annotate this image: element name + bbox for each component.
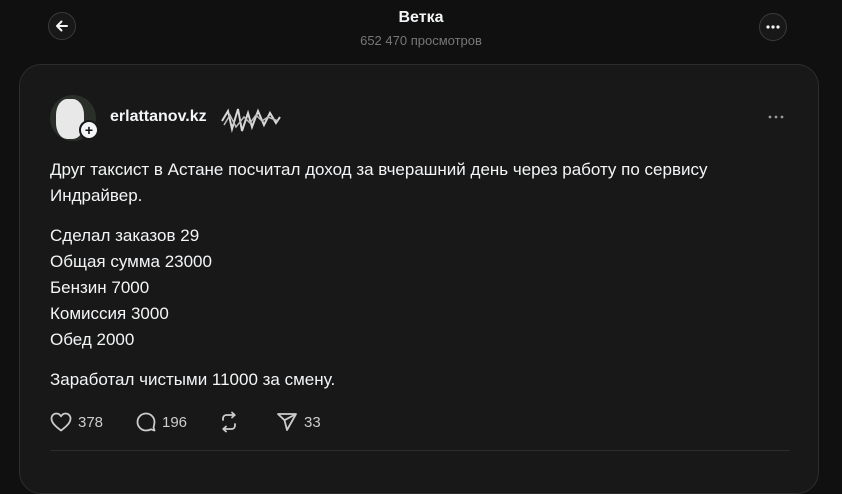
divider <box>50 450 790 451</box>
post-outro: Заработал чистыми 11000 за смену. <box>50 370 336 389</box>
list-item: Бензин 7000 <box>50 278 150 297</box>
post-card: + erlattanov.kz Друг таксист в Астане по… <box>19 64 819 494</box>
post-actions: 378 196 33 <box>50 409 370 435</box>
reply-count: 196 <box>162 413 188 431</box>
post-more-button[interactable] <box>765 107 787 127</box>
view-count: 652 470 просмотров <box>360 33 482 48</box>
comment-icon <box>136 412 156 432</box>
more-horizontal-icon <box>768 115 784 119</box>
page-title: Ветка <box>398 9 444 26</box>
send-icon <box>277 413 297 431</box>
top-bar: Ветка 652 470 просмотров <box>0 0 842 64</box>
reply-button[interactable]: 196 <box>136 409 187 435</box>
list-item: Обед 2000 <box>50 330 135 349</box>
like-button[interactable]: 378 <box>50 409 103 435</box>
post-text: Друг таксист в Астане посчитал доход за … <box>50 157 770 393</box>
list-item: Сделал заказов 29 <box>50 226 200 245</box>
redaction-scribble <box>221 108 281 133</box>
plus-icon: + <box>84 122 94 138</box>
share-button[interactable]: 33 <box>276 409 321 435</box>
like-count: 378 <box>78 413 104 431</box>
share-count: 33 <box>304 413 321 431</box>
heart-icon <box>50 412 72 432</box>
username[interactable]: erlattanov.kz <box>110 108 207 126</box>
post-intro: Друг таксист в Астане посчитал доход за … <box>50 160 708 205</box>
more-options-button[interactable] <box>759 13 787 41</box>
list-item: Общая сумма 23000 <box>50 252 212 271</box>
more-horizontal-icon <box>766 25 780 29</box>
repost-icon <box>222 411 236 433</box>
repost-button[interactable] <box>218 409 240 435</box>
follow-plus-button[interactable]: + <box>79 120 99 140</box>
list-item: Комиссия 3000 <box>50 304 169 323</box>
post-list: Сделал заказов 29 Общая сумма 23000 Бенз… <box>50 223 770 353</box>
